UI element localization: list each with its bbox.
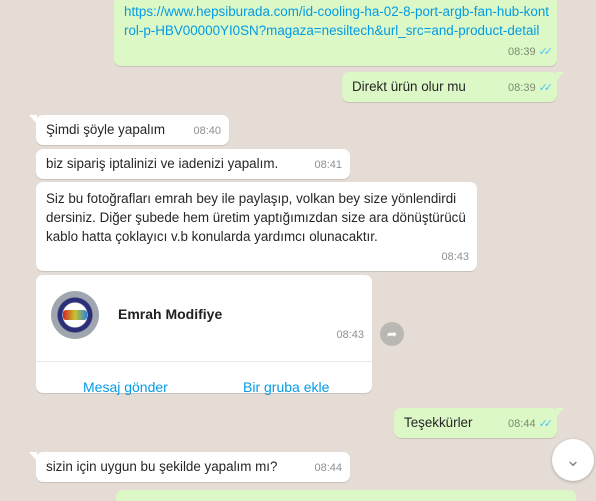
bubble-tail: [29, 115, 37, 124]
incoming-message[interactable]: biz sipariş iptalinizi ve iadenizi yapal…: [36, 149, 350, 179]
double-check-icon: ✓✓: [538, 46, 554, 58]
outgoing-message-link[interactable]: https://www.hepsiburada.com/id-cooling-h…: [114, 0, 557, 66]
bubble-tail: [556, 408, 564, 417]
add-to-group-button[interactable]: Bir gruba ekle: [243, 378, 329, 397]
message-link-text[interactable]: https://www.hepsiburada.com/id-cooling-h…: [124, 2, 549, 40]
message-meta: 08:44 ✓✓: [508, 415, 554, 434]
avatar-logo: [63, 310, 87, 320]
chevron-down-icon[interactable]: ⌄: [552, 439, 594, 481]
share-arrow-icon[interactable]: ➦: [380, 322, 404, 346]
double-check-icon: ✓✓: [538, 418, 554, 430]
incoming-message[interactable]: Şimdi şöyle yapalım 08:40: [29, 115, 229, 145]
message-meta: 08:39 ✓✓: [508, 79, 554, 98]
double-check-icon: ✓✓: [538, 82, 554, 94]
card-divider: [36, 361, 372, 362]
message-time: 08:39: [508, 46, 536, 58]
bubble-tail: [556, 72, 564, 81]
message-time: 08:43: [336, 329, 364, 341]
outgoing-message-partial[interactable]: [116, 490, 576, 501]
contact-avatar[interactable]: [51, 291, 99, 339]
message-text: Siz bu fotoğrafları emrah bey ile paylaş…: [46, 191, 466, 244]
chat-panel: https://www.hepsiburada.com/id-cooling-h…: [0, 0, 596, 501]
contact-card[interactable]: Emrah Modifiye 08:43 Mesaj gönder Bir gr…: [36, 275, 372, 395]
message-text: biz sipariş iptalinizi ve iadenizi yapal…: [46, 156, 279, 171]
message-meta: 08:39 ✓✓: [508, 43, 554, 62]
incoming-message[interactable]: sizin için uygun bu şekilde yapalım mı? …: [29, 452, 350, 482]
outgoing-message[interactable]: Teşekkürler 08:44 ✓✓: [394, 408, 564, 438]
message-time: 08:44: [314, 462, 342, 474]
message-time: 08:40: [193, 125, 221, 137]
send-message-button[interactable]: Mesaj gönder: [83, 378, 168, 397]
message-time: 08:39: [508, 82, 536, 94]
incoming-message[interactable]: Siz bu fotoğrafları emrah bey ile paylaş…: [36, 182, 477, 271]
outgoing-message[interactable]: Direkt ürün olur mu 08:39 ✓✓: [342, 72, 564, 102]
message-time: 08:41: [314, 159, 342, 171]
message-text: sizin için uygun bu şekilde yapalım mı?: [46, 459, 278, 474]
bubble-tail: [29, 452, 37, 461]
contact-name[interactable]: Emrah Modifiye: [118, 305, 222, 324]
message-time: 08:44: [508, 418, 536, 430]
message-time: 08:43: [441, 251, 469, 263]
